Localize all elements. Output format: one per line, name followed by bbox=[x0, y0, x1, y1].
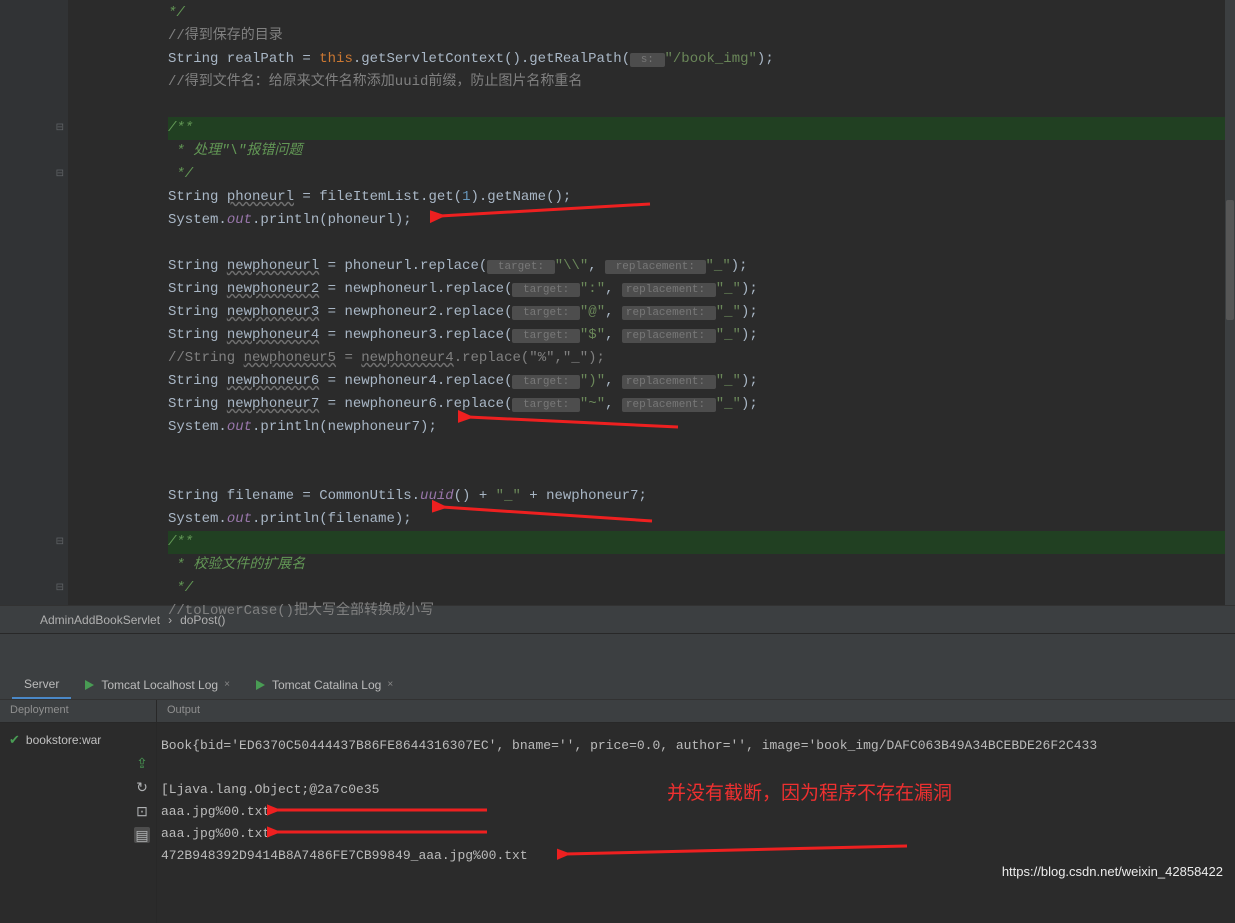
gutter-line bbox=[0, 301, 50, 324]
code-line[interactable]: //toLowerCase()把大写全部转换成小写 bbox=[168, 600, 1235, 623]
gutter-line bbox=[0, 232, 50, 255]
gutter-line bbox=[0, 393, 50, 416]
code-line[interactable] bbox=[168, 94, 1235, 117]
gutter-line bbox=[0, 370, 50, 393]
gutter-line bbox=[0, 2, 50, 25]
watermark: https://blog.csdn.net/weixin_42858422 bbox=[1002, 864, 1223, 879]
code-line[interactable]: * 校验文件的扩展名 bbox=[168, 554, 1235, 577]
fold-icon[interactable]: ⊟ bbox=[56, 163, 64, 186]
gutter-line bbox=[0, 600, 50, 623]
tab-close-icon[interactable]: × bbox=[387, 679, 393, 690]
code-line[interactable]: String newphoneur3 = newphoneur2.replace… bbox=[168, 301, 1235, 324]
gutter-line bbox=[0, 416, 50, 439]
code-line[interactable]: //String newphoneur5 = newphoneur4.repla… bbox=[168, 347, 1235, 370]
code-line[interactable]: String newphoneurl = phoneurl.replace( t… bbox=[168, 255, 1235, 278]
console-line bbox=[161, 757, 1231, 779]
code-line[interactable]: //得到保存的目录 bbox=[168, 25, 1235, 48]
gutter-line bbox=[0, 209, 50, 232]
code-line[interactable]: //得到文件名：给原来文件名称添加uuid前缀，防止图片名称重名 bbox=[168, 71, 1235, 94]
fold-icon[interactable]: ⊟ bbox=[56, 577, 64, 600]
deploy-icon[interactable]: ⇪ bbox=[134, 755, 150, 771]
gutter-line bbox=[0, 278, 50, 301]
gutter-line: ⊟ bbox=[0, 117, 50, 140]
run-icon bbox=[254, 679, 266, 691]
code-line[interactable]: */ bbox=[168, 2, 1235, 25]
refresh-icon[interactable]: ↻ bbox=[134, 779, 150, 795]
code-line[interactable]: String newphoneur6 = newphoneur4.replace… bbox=[168, 370, 1235, 393]
gutter-line: ⊟ bbox=[0, 577, 50, 600]
code-line[interactable]: */ bbox=[168, 163, 1235, 186]
gutter-line bbox=[0, 324, 50, 347]
code-line[interactable] bbox=[168, 462, 1235, 485]
gutter-line: ⊟ bbox=[0, 163, 50, 186]
gutter-line bbox=[0, 71, 50, 94]
gutter-line: ⊟ bbox=[0, 531, 50, 554]
settings-icon[interactable]: ▤ bbox=[134, 827, 150, 843]
console-output[interactable]: Book{bid='ED6370C50444437B86FE8644316307… bbox=[157, 723, 1235, 923]
fold-icon[interactable]: ⊟ bbox=[56, 117, 64, 140]
gutter-line bbox=[0, 462, 50, 485]
code-line[interactable]: /** bbox=[168, 531, 1235, 554]
gutter-line bbox=[0, 186, 50, 209]
code-line[interactable] bbox=[168, 232, 1235, 255]
run-icon bbox=[83, 679, 95, 691]
code-line[interactable]: /** bbox=[168, 117, 1235, 140]
code-line[interactable]: System.out.println(filename); bbox=[168, 508, 1235, 531]
code-line[interactable]: String phoneurl = fileItemList.get(1).ge… bbox=[168, 186, 1235, 209]
code-line[interactable]: * 处理"\"报错问题 bbox=[168, 140, 1235, 163]
code-line[interactable]: String newphoneur4 = newphoneur3.replace… bbox=[168, 324, 1235, 347]
tool-window-tabs[interactable]: Server Tomcat Localhost Log × Tomcat Cat… bbox=[0, 670, 1235, 700]
console-line: aaa.jpg%00.txt bbox=[161, 823, 1231, 845]
tab-localhost-log[interactable]: Tomcat Localhost Log × bbox=[71, 672, 242, 698]
check-icon: ✔ bbox=[9, 732, 20, 748]
gutter-line bbox=[0, 94, 50, 117]
code-line[interactable]: */ bbox=[168, 577, 1235, 600]
deployment-panel[interactable]: ✔ bookstore:war ⇪ ↻ ⊡ ▤ bbox=[0, 723, 157, 923]
gutter-line bbox=[0, 554, 50, 577]
annotation-text: 并没有截断，因为程序不存在漏洞 bbox=[667, 783, 952, 805]
gutter-line bbox=[0, 439, 50, 462]
gutter-line bbox=[0, 485, 50, 508]
tab-server[interactable]: Server bbox=[12, 671, 71, 699]
code-editor[interactable]: ⊟⊟⊟⊟ *///得到保存的目录String realPath = this.g… bbox=[0, 0, 1235, 605]
gutter-line bbox=[0, 25, 50, 48]
gutter-line bbox=[0, 508, 50, 531]
code-line[interactable]: String newphoneur2 = newphoneurl.replace… bbox=[168, 278, 1235, 301]
tab-close-icon[interactable]: × bbox=[224, 679, 230, 690]
code-line[interactable] bbox=[168, 439, 1235, 462]
code-line[interactable]: String realPath = this.getServletContext… bbox=[168, 48, 1235, 71]
panel-content: ✔ bookstore:war ⇪ ↻ ⊡ ▤ Book{bid='ED6370… bbox=[0, 723, 1235, 923]
panel-headers: Deployment Output bbox=[0, 700, 1235, 723]
header-deployment: Deployment bbox=[0, 700, 157, 722]
editor-scrollbar[interactable] bbox=[1225, 0, 1235, 605]
console-line: Book{bid='ED6370C50444437B86FE8644316307… bbox=[161, 735, 1231, 757]
code-line[interactable]: System.out.println(newphoneur7); bbox=[168, 416, 1235, 439]
gutter-line bbox=[0, 140, 50, 163]
breadcrumb-class[interactable]: AdminAddBookServlet bbox=[40, 613, 160, 627]
code-line[interactable]: String newphoneur7 = newphoneur6.replace… bbox=[168, 393, 1235, 416]
deploy-artifact[interactable]: ✔ bookstore:war bbox=[6, 729, 150, 751]
gutter-line bbox=[0, 255, 50, 278]
header-output: Output bbox=[157, 700, 210, 722]
fold-icon[interactable]: ⊟ bbox=[56, 531, 64, 554]
gutter-line bbox=[0, 48, 50, 71]
gutter-line bbox=[0, 347, 50, 370]
code-line[interactable]: System.out.println(phoneurl); bbox=[168, 209, 1235, 232]
tab-catalina-log[interactable]: Tomcat Catalina Log × bbox=[242, 672, 405, 698]
scrollbar-thumb[interactable] bbox=[1226, 200, 1234, 320]
line-gutter: ⊟ ⊟ ⊟ ⊟ bbox=[0, 0, 68, 605]
code-line[interactable]: String filename = CommonUtils.uuid() + "… bbox=[168, 485, 1235, 508]
code-content[interactable]: *///得到保存的目录String realPath = this.getSer… bbox=[68, 0, 1235, 605]
panel-gap bbox=[0, 633, 1235, 670]
browser-icon[interactable]: ⊡ bbox=[134, 803, 150, 819]
